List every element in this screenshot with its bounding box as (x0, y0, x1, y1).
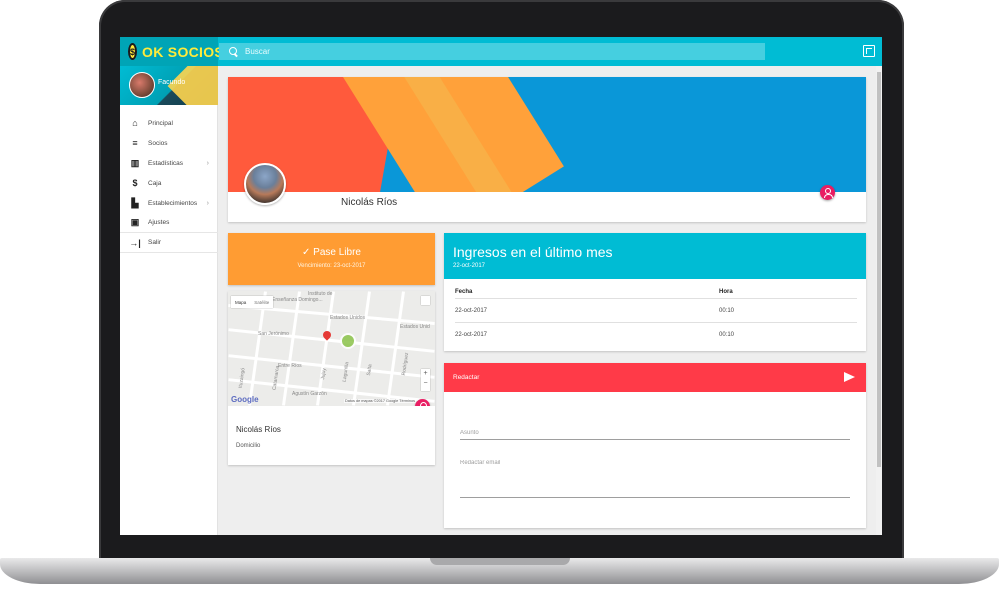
laptop-notch (430, 558, 570, 565)
map-label: Catamarca (271, 365, 281, 391)
compose-card: Redactar (444, 363, 866, 528)
table-row: 22-oct-2017 00:10 (455, 299, 857, 323)
map-label: Ituzaingó (237, 367, 247, 389)
zoom-out-button[interactable]: − (421, 379, 430, 389)
pass-status: ✓ Pase Libre (302, 247, 361, 258)
map-label: San Jerónimo (258, 331, 289, 337)
map-label: Enseñanza Domingo... (272, 297, 323, 303)
sidebar-item-label: Caja (148, 179, 162, 187)
table-row: 22-oct-2017 00:10 (455, 323, 857, 347)
search-bar[interactable] (219, 43, 765, 60)
exit-icon: →| (129, 237, 141, 248)
table-cell: 00:10 (719, 307, 735, 314)
fullscreen-icon[interactable] (421, 296, 430, 305)
entries-card: Ingresos en el último mes 22-oct-2017 Fe… (444, 233, 866, 351)
pass-expiry: Vencimiento: 23-oct-2017 (297, 263, 366, 269)
sidebar-menu: ⌂ Principal ≡ Socios ▥ Estadísticas › $ … (120, 113, 218, 253)
sidebar-item-label: Ajustes (148, 219, 170, 226)
table-cell: 22-oct-2017 (455, 307, 488, 314)
location-circle (340, 333, 356, 349)
user-name: Facundo (158, 79, 186, 86)
home-icon: ⌂ (132, 118, 138, 128)
map-tab-satellite[interactable]: Satélite (250, 300, 273, 305)
profile-avatar (244, 163, 286, 205)
person-icon-button[interactable] (820, 185, 835, 200)
map[interactable]: Instituto de Enseñanza Domingo... Estado… (228, 291, 435, 406)
send-icon[interactable] (844, 372, 855, 382)
user-panel[interactable]: Facundo (120, 66, 218, 105)
table-header: Fecha Hora (455, 285, 857, 299)
settings-icon: ▣ (130, 217, 140, 227)
list-icon: ≡ (132, 138, 138, 148)
fullscreen-icon[interactable] (863, 45, 875, 57)
avatar (129, 72, 155, 98)
entries-title: Ingresos en el último mes (453, 244, 613, 260)
zoom-in-button[interactable]: + (421, 369, 430, 379)
sidebar: Facundo ⌂ Principal ≡ Socios ▥ Estadísti… (120, 66, 218, 535)
map-credit: Datos de mapas ©2017 Google Términos (344, 399, 417, 403)
cover-image (228, 77, 866, 192)
entries-date: 22-oct-2017 (453, 263, 486, 269)
brand-logo-icon: $ (128, 43, 138, 60)
google-logo: Google (231, 395, 259, 404)
dollar-icon: $ (132, 178, 138, 188)
sidebar-item-establecimientos[interactable]: ▙ Establecimientos › (120, 193, 218, 213)
table-cell: 22-oct-2017 (455, 332, 488, 338)
entries-table: Fecha Hora 22-oct-2017 00:10 22-oct-2017… (455, 285, 857, 347)
map-type-tabs: Mapa Satélite (231, 296, 274, 308)
search-input[interactable] (245, 47, 445, 56)
sidebar-item-principal[interactable]: ⌂ Principal (120, 113, 218, 133)
top-bar: $ OK SOCIOS (120, 37, 882, 66)
sidebar-item-label: Estadísticas (148, 159, 184, 167)
address-label: Domicilio (236, 443, 261, 449)
profile-card: Nicolás Ríos (228, 77, 866, 222)
sidebar-item-label: Salir (148, 239, 162, 246)
column-header: Fecha (455, 288, 473, 295)
sidebar-item-salir[interactable]: →| Salir (120, 233, 218, 253)
search-icon (229, 46, 239, 57)
sidebar-item-socios[interactable]: ≡ Socios (120, 133, 218, 153)
chevron-right-icon: › (206, 159, 209, 167)
entries-header: Ingresos en el último mes 22-oct-2017 (444, 233, 866, 279)
chart-icon: ▥ (130, 157, 140, 168)
map-tab-map[interactable]: Mapa (231, 300, 250, 305)
map-label: Jujuy (320, 367, 328, 381)
scrollbar-thumb[interactable] (877, 72, 881, 467)
column-header: Hora (719, 288, 733, 295)
sidebar-item-label: Socios (148, 139, 168, 147)
building-icon: ▙ (131, 197, 139, 208)
subject-field[interactable] (460, 426, 850, 440)
map-label: Salta (365, 363, 374, 377)
member-name: Nicolás Ríos (236, 425, 281, 434)
compose-header: Redactar (444, 363, 866, 392)
sidebar-item-caja[interactable]: $ Caja (120, 173, 218, 193)
pass-card: ✓ Pase Libre Vencimiento: 23-oct-2017 (228, 233, 435, 285)
map-road (352, 291, 371, 406)
app-screen: $ OK SOCIOS Facundo ⌂ Principal ≡ Socios… (120, 37, 882, 535)
zoom-control: + − (421, 369, 430, 391)
email-body-field[interactable] (460, 460, 850, 498)
map-label: Estados Unidos (330, 315, 366, 321)
brand-name: OK SOCIOS (142, 43, 225, 60)
map-card: Instituto de Enseñanza Domingo... Estado… (228, 291, 435, 465)
sidebar-item-label: Principal (148, 119, 173, 127)
map-label: Estados Unid (400, 324, 430, 330)
map-label: Agustín Garzón (292, 391, 327, 397)
scrollbar[interactable] (876, 66, 882, 535)
sidebar-item-label: Establecimientos (148, 199, 198, 207)
profile-name: Nicolás Ríos (341, 197, 398, 208)
sidebar-item-estadisticas[interactable]: ▥ Estadísticas › (120, 153, 218, 173)
chevron-right-icon: › (206, 199, 209, 207)
table-cell: 00:10 (719, 332, 735, 338)
map-label: Entre Ríos (278, 363, 302, 369)
sidebar-item-ajustes[interactable]: ▣ Ajustes (120, 213, 218, 233)
compose-title: Redactar (453, 374, 480, 381)
brand[interactable]: $ OK SOCIOS (120, 37, 224, 66)
map-label: Lagunilla (341, 361, 351, 383)
